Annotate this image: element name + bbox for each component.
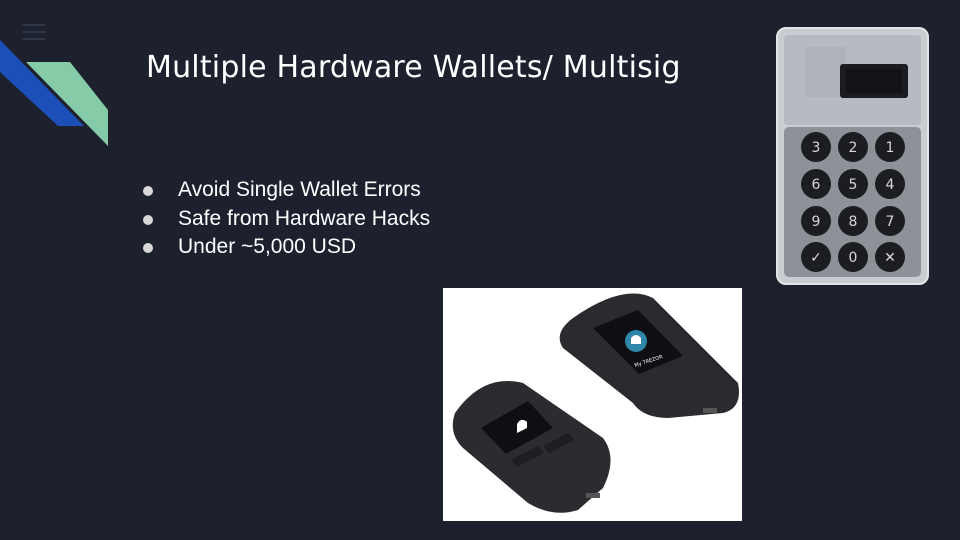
- keypad-key-label: 3: [812, 140, 821, 156]
- keypad-key-label: ✕: [884, 250, 896, 266]
- keypad-key-label: 4: [886, 177, 895, 193]
- keypad-key-label: 0: [849, 250, 858, 266]
- decorative-stripes: [0, 40, 108, 146]
- bullet-item: Under ~5,000 USD: [140, 233, 430, 262]
- bullet-dot: [143, 243, 153, 253]
- keypad-key-label: 6: [812, 177, 821, 193]
- slide: Multiple Hardware Wallets/ Multisig Avoi…: [0, 0, 960, 540]
- bullet-dot: [143, 214, 153, 225]
- bullet-item: Safe from Hardware Hacks: [140, 205, 430, 234]
- bullet-text: Avoid Single Wallet Errors: [178, 178, 421, 201]
- trezor-wallets-image: My TREZOR: [443, 288, 742, 521]
- bullet-text: Safe from Hardware Hacks: [178, 206, 431, 230]
- bullet-dot: [143, 186, 153, 196]
- keypad-key-label: 5: [849, 177, 858, 193]
- slide-title: Multiple Hardware Wallets/ Multisig: [146, 50, 681, 85]
- keypad-key-label: 9: [812, 214, 821, 230]
- bullet-list: Avoid Single Wallet Errors Safe from Har…: [140, 176, 430, 262]
- bullet-text: Under ~5,000 USD: [178, 235, 357, 258]
- keypad-key-label: 7: [886, 214, 895, 230]
- keypad-key-label: ✓: [810, 250, 822, 266]
- keypad-key-label: 1: [886, 140, 895, 156]
- bullet-item: Avoid Single Wallet Errors: [140, 176, 430, 205]
- coldcard-wallet-image: 3 2 1 6 5 4 9 8 7 ✓ 0 ✕: [776, 27, 929, 285]
- keypad-key-label: 2: [849, 140, 858, 156]
- keypad-key-label: 8: [849, 214, 858, 230]
